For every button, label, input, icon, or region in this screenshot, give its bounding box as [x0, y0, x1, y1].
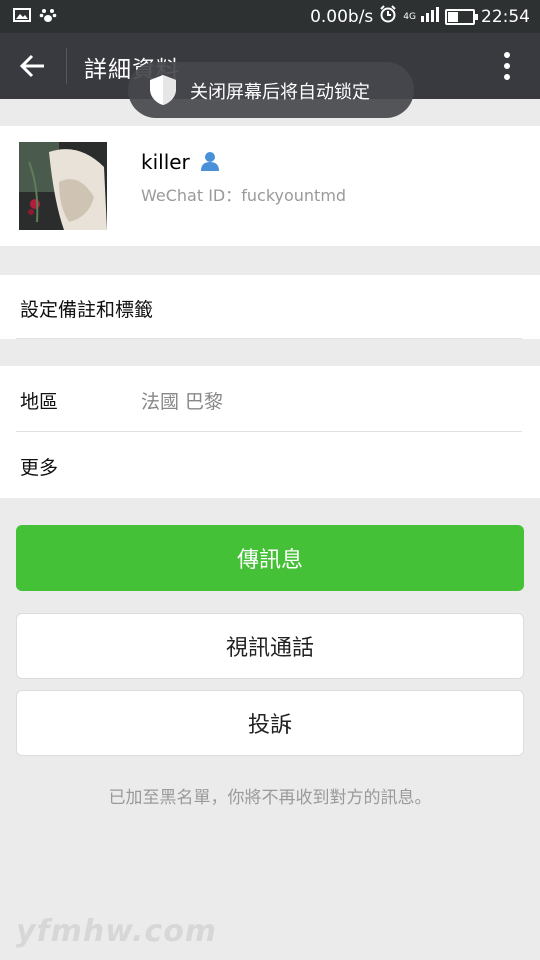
divider — [16, 431, 522, 432]
person-icon — [200, 151, 220, 171]
network-speed: 0.00b/s — [310, 6, 374, 27]
alarm-icon — [379, 5, 397, 28]
paw-notification-icon — [39, 7, 57, 23]
info-section: 地區 法國 巴黎 更多 — [0, 366, 540, 498]
back-arrow-icon[interactable] — [19, 53, 46, 79]
toolbar-divider — [66, 48, 67, 84]
nickname: killer — [141, 150, 190, 174]
signal-icon — [419, 6, 439, 27]
shield-icon — [148, 74, 178, 106]
profile-card: killer WeChat ID：fuckyountmd — [0, 126, 540, 246]
wechat-id: WeChat ID：fuckyountmd — [141, 186, 347, 205]
clock: 22:54 — [481, 6, 530, 27]
video-call-button[interactable]: 視訊通話 — [16, 613, 524, 679]
screen-lock-toast: 关闭屏幕后将自动锁定 — [128, 62, 414, 118]
more-label: 更多 — [20, 457, 59, 479]
network-type: 4G — [403, 11, 416, 22]
watermark: yfmhw.com — [16, 914, 218, 949]
divider — [16, 338, 522, 339]
status-bar: 0.00b/s 4G 22:54 — [0, 0, 540, 33]
set-remark-row[interactable]: 設定備註和標籤 — [0, 275, 540, 339]
send-message-button[interactable]: 傳訊息 — [16, 525, 524, 591]
image-notification-icon — [13, 7, 31, 23]
avatar[interactable] — [19, 142, 107, 230]
report-button[interactable]: 投訴 — [16, 690, 524, 756]
blacklist-notice: 已加至黑名單，你將不再收到對方的訊息。 — [108, 788, 432, 808]
region-label: 地區 — [20, 391, 59, 413]
region-value: 法國 巴黎 — [141, 391, 224, 413]
toast-text: 关闭屏幕后将自动锁定 — [190, 82, 370, 103]
set-remark-label: 設定備註和標籤 — [20, 299, 154, 321]
more-options-icon[interactable] — [504, 51, 510, 81]
battery-icon — [445, 8, 478, 25]
